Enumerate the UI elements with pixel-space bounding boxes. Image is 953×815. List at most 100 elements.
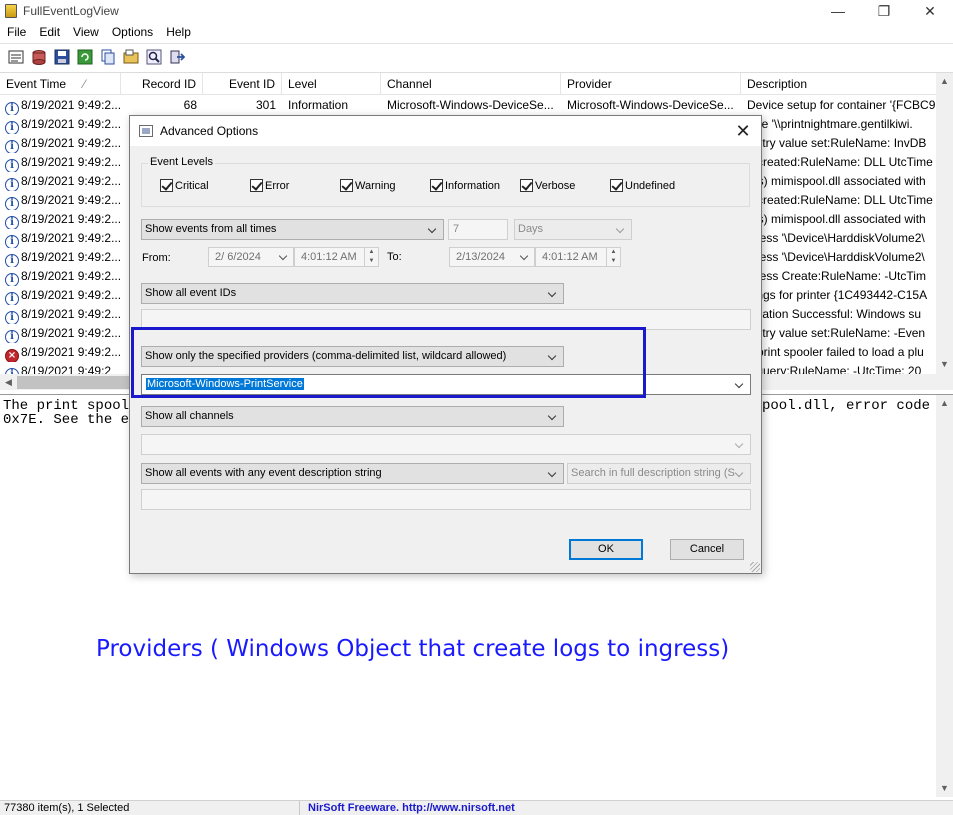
nirsoft-link[interactable]: NirSoft Freeware. http://www.nirsoft.net	[300, 801, 515, 815]
cancel-button[interactable]: Cancel	[670, 539, 744, 560]
dialog-window-icon	[139, 125, 153, 137]
menu-view[interactable]: View	[66, 25, 105, 39]
from-date-picker[interactable]: 2/ 6/2024	[208, 247, 294, 267]
refresh-icon[interactable]	[75, 47, 95, 67]
column-event-id[interactable]: Event ID	[203, 73, 282, 95]
event-ids-input[interactable]	[141, 309, 751, 330]
time-spinner[interactable]: ▲ ▼	[606, 248, 620, 266]
cell-desc: e created:RuleName: DLL UtcTime	[741, 191, 936, 210]
spin-down-icon[interactable]: ▼	[365, 257, 378, 266]
scroll-left-icon[interactable]: ◀	[0, 374, 17, 390]
spin-up-icon[interactable]: ▲	[607, 248, 620, 257]
from-time-value: 4:01:12 AM	[301, 251, 357, 263]
details-scroll-up-icon[interactable]: ▲	[936, 395, 953, 412]
resize-grip-icon[interactable]	[750, 562, 760, 572]
cell-text: ocess '\Device\HarddiskVolume2\	[747, 250, 925, 264]
time-range-select[interactable]: Show events from all times	[141, 219, 444, 240]
save-icon[interactable]	[52, 47, 72, 67]
checkbox-check-icon[interactable]	[430, 179, 443, 192]
cell-text: Microsoft-Windows-DeviceSe...	[567, 98, 734, 112]
scroll-down-icon[interactable]: ▼	[936, 356, 953, 373]
checkbox-check-icon[interactable]	[520, 179, 533, 192]
description-search-mode-select[interactable]: Search in full description string (S	[567, 463, 751, 484]
cell-text: 8/19/2021 9:49:2...	[21, 174, 121, 188]
list-vertical-scrollbar[interactable]: ▲ ▼	[936, 73, 953, 390]
cell-level: Information	[282, 96, 381, 115]
calendar-dropdown-icon[interactable]	[278, 248, 290, 266]
to-date-picker[interactable]: 2/13/2024	[449, 247, 535, 267]
time-number-input[interactable]: 7	[448, 219, 508, 240]
providers-input[interactable]: Microsoft-Windows-PrintService	[141, 374, 751, 395]
checkbox-check-icon[interactable]	[160, 179, 173, 192]
column-event-time[interactable]: Event Time ⁄	[0, 73, 121, 95]
info-icon: i	[5, 273, 19, 286]
cell-text: 8/19/2021 9:49:2...	[21, 193, 121, 207]
ok-button[interactable]: OK	[569, 539, 643, 560]
spin-up-icon[interactable]: ▲	[365, 248, 378, 257]
menu-help[interactable]: Help	[159, 25, 197, 39]
chevron-down-icon	[734, 464, 746, 483]
cell-provider: Microsoft-Windows-DeviceSe...	[561, 96, 741, 115]
find-icon[interactable]	[144, 47, 164, 67]
menu-file[interactable]: File	[0, 25, 32, 39]
spin-down-icon[interactable]: ▼	[607, 257, 620, 266]
cell-time: i 8/19/2021 9:49:2...	[0, 248, 121, 267]
column-channel[interactable]: Channel	[381, 73, 561, 95]
column-level[interactable]: Level	[282, 73, 381, 95]
to-time-picker[interactable]: 4:01:12 AM ▲ ▼	[535, 247, 621, 267]
checkbox-check-icon[interactable]	[610, 179, 623, 192]
checkbox-warning[interactable]: Warning	[340, 179, 396, 192]
calendar-dropdown-icon[interactable]	[519, 248, 531, 266]
details-scroll-down-icon[interactable]: ▼	[936, 780, 953, 797]
cell-text: 8/19/2021 9:49:2...	[21, 155, 121, 169]
checkbox-undefined[interactable]: Undefined	[610, 179, 675, 192]
cell-text: 8/19/2021 9:49:2...	[21, 98, 121, 112]
cell-text: 301	[255, 98, 276, 112]
cell-text: e print spooler failed to load a plu	[747, 345, 924, 359]
providers-select[interactable]: Show only the specified providers (comma…	[141, 346, 564, 367]
checkbox-check-icon[interactable]	[250, 179, 263, 192]
close-button[interactable]: ✕	[907, 0, 953, 22]
time-unit-select[interactable]: Days	[514, 219, 632, 240]
cell-desc: tallation Successful: Windows su	[741, 305, 936, 324]
column-provider[interactable]: Provider	[561, 73, 741, 95]
checkbox-check-icon[interactable]	[340, 179, 353, 192]
cell-desc: ocess '\Device\HarddiskVolume2\	[741, 248, 936, 267]
scroll-up-icon[interactable]: ▲	[936, 73, 953, 90]
cell-desc: e created:RuleName: DLL UtcTime	[741, 153, 936, 172]
menu-options[interactable]: Options	[105, 25, 159, 39]
minimize-button[interactable]: —	[815, 0, 861, 22]
status-item-count: 77380 item(s), 1 Selected	[0, 800, 300, 815]
menu-edit[interactable]: Edit	[32, 25, 66, 39]
info-icon: i	[5, 159, 19, 172]
event-ids-select[interactable]: Show all event IDs	[141, 283, 564, 304]
description-filter-select[interactable]: Show all events with any event descripti…	[141, 463, 564, 484]
channels-input[interactable]	[141, 434, 751, 455]
checkbox-information[interactable]: Information	[430, 179, 500, 192]
properties-icon[interactable]	[121, 47, 141, 67]
app-title: FullEventLogView	[23, 4, 119, 18]
checkbox-label: Undefined	[625, 179, 676, 192]
cell-time: i 8/19/2021 9:49:2...	[0, 153, 121, 172]
column-record-id[interactable]: Record ID	[121, 73, 203, 95]
checkbox-verbose[interactable]: Verbose	[520, 179, 575, 192]
from-time-picker[interactable]: 4:01:12 AM ▲ ▼	[294, 247, 379, 267]
time-spinner[interactable]: ▲ ▼	[364, 248, 378, 266]
maximize-button[interactable]: ❐	[861, 0, 907, 22]
channels-select[interactable]: Show all channels	[141, 406, 564, 427]
chevron-down-icon	[547, 347, 559, 366]
dialog-close-icon[interactable]: ✕	[733, 121, 753, 141]
checkbox-critical[interactable]: Critical	[160, 179, 209, 192]
checkbox-error[interactable]: Error	[250, 179, 289, 192]
chevron-down-icon[interactable]	[734, 375, 746, 394]
advanced-options-icon[interactable]	[6, 47, 26, 67]
copy-icon[interactable]	[98, 47, 118, 67]
cell-text: 8/19/2021 9:49:2...	[21, 250, 121, 264]
details-vertical-scrollbar[interactable]: ▲ ▼	[936, 395, 953, 797]
exit-icon[interactable]	[167, 47, 187, 67]
description-input[interactable]	[141, 489, 751, 510]
column-description[interactable]: Description	[741, 73, 936, 95]
data-source-icon[interactable]	[29, 47, 49, 67]
table-row[interactable]: i 8/19/2021 9:49:2... 68 301 Information Micr…	[0, 96, 936, 115]
annotation-text: Providers ( Windows Object that create l…	[96, 636, 730, 662]
